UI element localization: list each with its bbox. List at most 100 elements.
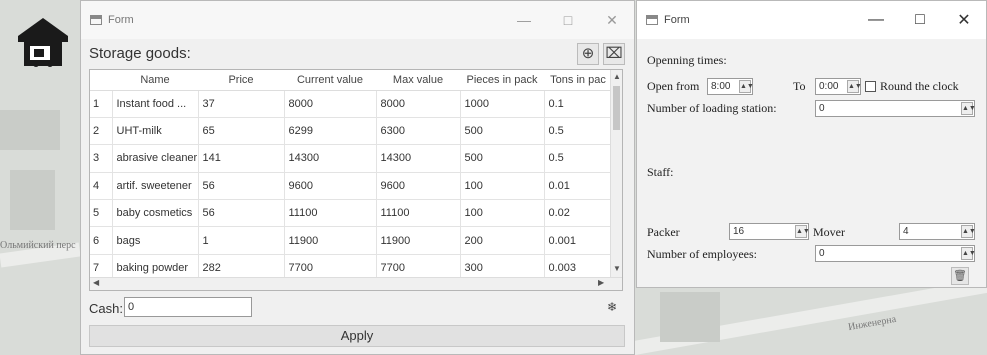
close-icon[interactable]: ✕ xyxy=(590,12,634,29)
row-index[interactable]: 1 xyxy=(90,89,113,118)
table-cell[interactable]: 11900 xyxy=(376,226,461,255)
loading-station-label: Number of loading station: xyxy=(647,101,777,115)
table-cell[interactable]: 9600 xyxy=(376,171,461,200)
horizontal-scrollbar[interactable]: ◀ ▶ xyxy=(90,277,622,290)
table-cell[interactable]: baby cosmetics xyxy=(112,199,199,227)
minimize-icon[interactable]: — xyxy=(502,12,546,28)
table-cell[interactable]: 6299 xyxy=(284,116,377,145)
open-from-label: Open from xyxy=(647,79,700,93)
maximize-icon[interactable]: □ xyxy=(898,11,942,29)
table-cell[interactable]: 11900 xyxy=(284,226,377,255)
row-index[interactable]: 5 xyxy=(90,199,113,227)
table-cell[interactable]: 100 xyxy=(460,199,545,227)
table-cell[interactable]: 0.001 xyxy=(544,226,613,255)
table-cell[interactable]: abrasive cleaner xyxy=(112,144,199,173)
column-header[interactable]: Max value xyxy=(376,70,460,91)
table-cell[interactable]: artif. sweetener xyxy=(112,171,199,200)
maximize-icon[interactable]: □ xyxy=(546,12,590,28)
table-row[interactable]: 3 abrasive cleaner 141 14300 14300 500 0.5 xyxy=(90,144,613,173)
table-header-row: Name Price Current value Max value Pieces in… xyxy=(90,70,612,91)
column-header[interactable]: Current value xyxy=(284,70,376,91)
table-cell[interactable]: 8000 xyxy=(376,89,461,118)
row-index[interactable]: 2 xyxy=(90,116,113,145)
loading-station-input[interactable]: 0 ▲▼ xyxy=(815,100,976,117)
to-input[interactable]: 0:00 ▲▼ xyxy=(815,78,862,95)
table-cell[interactable]: 11100 xyxy=(284,199,377,227)
column-header[interactable]: Name xyxy=(112,70,198,91)
round-the-clock-checkbox[interactable] xyxy=(865,81,876,92)
table-row[interactable]: 5 baby cosmetics 56 11100 11100 100 0.02 xyxy=(90,199,613,227)
vertical-scrollbar[interactable]: ▲ ▼ xyxy=(610,70,622,278)
mover-spinner[interactable]: ▲▼ xyxy=(961,225,976,238)
opening-times-label: Openning times: xyxy=(647,53,727,67)
column-header[interactable] xyxy=(90,70,112,91)
scroll-up-icon[interactable]: ▲ xyxy=(611,72,622,81)
column-header[interactable]: Price xyxy=(198,70,284,91)
employees-spinner[interactable]: ▲▼ xyxy=(961,247,976,260)
table-cell[interactable]: 100 xyxy=(460,171,545,200)
row-index[interactable]: 3 xyxy=(90,144,113,173)
round-the-clock-label: Round the clock xyxy=(880,79,959,93)
add-circle-icon[interactable]: ⊕ xyxy=(577,43,599,65)
table-cell[interactable]: 14300 xyxy=(284,144,377,173)
table-cell[interactable]: 200 xyxy=(460,226,545,255)
table-cell[interactable]: 1 xyxy=(198,226,285,255)
paint-bucket-icon[interactable]: ❄ xyxy=(602,297,622,317)
table-cell[interactable]: 0.1 xyxy=(544,89,613,118)
column-header[interactable]: Pieces in pack xyxy=(460,70,544,91)
scroll-down-icon[interactable]: ▼ xyxy=(611,264,622,273)
column-header[interactable]: Tons in pac xyxy=(544,70,612,91)
scroll-left-icon[interactable]: ◀ xyxy=(93,278,99,287)
table-cell[interactable]: 11100 xyxy=(376,199,461,227)
table-cell[interactable]: 9600 xyxy=(284,171,377,200)
employees-value: 0 xyxy=(819,248,825,259)
table-cell[interactable]: 0.5 xyxy=(544,116,613,145)
to-spinner[interactable]: ▲▼ xyxy=(847,80,862,93)
storage-window-titlebar: Form — □ ✕ xyxy=(81,1,634,39)
table-cell[interactable]: 56 xyxy=(198,171,285,200)
table-cell[interactable]: 0.01 xyxy=(544,171,613,200)
row-index[interactable]: 6 xyxy=(90,226,113,255)
table-cell[interactable]: bags xyxy=(112,226,199,255)
loading-station-value: 0 xyxy=(819,103,825,114)
scroll-thumb[interactable] xyxy=(613,86,620,130)
table-row[interactable]: 4 artif. sweetener 56 9600 9600 100 0.01 xyxy=(90,171,613,200)
row-index[interactable]: 4 xyxy=(90,171,113,200)
cash-input[interactable]: 0 xyxy=(124,297,252,317)
cash-label: Cash: xyxy=(89,301,123,316)
table-cell[interactable]: 6300 xyxy=(376,116,461,145)
table-cell[interactable]: 141 xyxy=(198,144,285,173)
table-row[interactable]: 2 UHT-milk 65 6299 6300 500 0.5 xyxy=(90,116,613,145)
close-icon[interactable]: ✕ xyxy=(942,10,986,30)
table-row[interactable]: 1 Instant food ... 37 8000 8000 1000 0.1 xyxy=(90,89,613,118)
warehouse-truck-icon[interactable] xyxy=(14,14,72,70)
table-cell[interactable]: 56 xyxy=(198,199,285,227)
open-from-input[interactable]: 8:00 ▲▼ xyxy=(707,78,754,95)
packer-label: Packer xyxy=(647,225,680,239)
mover-label: Mover xyxy=(813,225,845,239)
table-cell[interactable]: 1000 xyxy=(460,89,545,118)
table-cell[interactable]: 0.5 xyxy=(544,144,613,173)
mover-value: 4 xyxy=(903,226,909,237)
table-cell[interactable]: UHT-milk xyxy=(112,116,199,145)
table-cell[interactable]: 37 xyxy=(198,89,285,118)
packer-spinner[interactable]: ▲▼ xyxy=(795,225,810,238)
packer-input[interactable]: 16 ▲▼ xyxy=(729,223,810,240)
open-from-spinner[interactable]: ▲▼ xyxy=(739,80,754,93)
table-cell[interactable]: 65 xyxy=(198,116,285,145)
remove-icon[interactable]: ⌧ xyxy=(603,43,625,65)
trash-icon[interactable]: 🗑 xyxy=(951,267,969,285)
table-cell[interactable]: 8000 xyxy=(284,89,377,118)
minimize-icon[interactable]: — xyxy=(854,11,898,29)
table-cell[interactable]: Instant food ... xyxy=(112,89,199,118)
employees-input[interactable]: 0 ▲▼ xyxy=(815,245,976,262)
scroll-right-icon[interactable]: ▶ xyxy=(598,278,604,287)
apply-button[interactable]: Apply xyxy=(89,325,625,347)
table-cell[interactable]: 500 xyxy=(460,116,545,145)
table-row[interactable]: 6 bags 1 11900 11900 200 0.001 xyxy=(90,226,613,255)
mover-input[interactable]: 4 ▲▼ xyxy=(899,223,976,240)
table-cell[interactable]: 0.02 xyxy=(544,199,613,227)
loading-station-spinner[interactable]: ▲▼ xyxy=(961,102,976,115)
table-cell[interactable]: 14300 xyxy=(376,144,461,173)
table-cell[interactable]: 500 xyxy=(460,144,545,173)
